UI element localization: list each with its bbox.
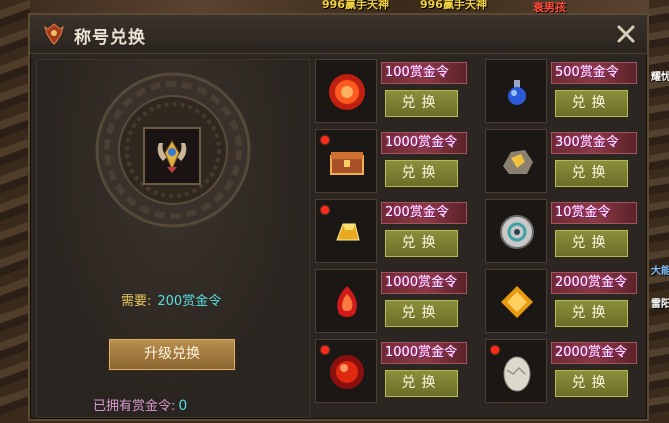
required-label: 需要: [121, 294, 152, 309]
exchange-button[interactable]: 兑换 [385, 160, 458, 187]
item-price: 100赏金令 [381, 62, 467, 84]
dialog-title: 称号兑换 [74, 28, 146, 48]
exchange-grid: 100赏金令 兑换 500赏金令 兑换 1000赏金令 兑换 300赏金令 兑换… [315, 59, 641, 409]
player-tag: 996赢手天神 [420, 0, 487, 11]
exchange-item: 200赏金令 兑换 [315, 199, 475, 263]
item-slot[interactable] [315, 59, 377, 123]
side-text: 耀忧 [651, 72, 669, 83]
player-tag: 996赢手天神 [322, 0, 389, 11]
item-price: 500赏金令 [551, 62, 637, 84]
gold-crystal-icon [501, 286, 533, 318]
item-slot[interactable] [485, 129, 547, 193]
item-slot[interactable] [485, 339, 547, 403]
demon-crest-icon [44, 23, 64, 45]
game-world-left [0, 0, 30, 423]
fire-orb-icon [330, 355, 364, 389]
title-exchange-dialog: 称号兑换 需要: 200赏金令 升级兑换 已拥有赏金令: 0 100赏金令 兑换… [28, 13, 649, 421]
item-price: 10赏金令 [551, 202, 637, 224]
item-slot[interactable] [485, 269, 547, 333]
exchange-item: 10赏金令 兑换 [485, 199, 645, 263]
title-item-slot [143, 127, 201, 185]
winged-emblem-icon [157, 140, 187, 173]
upgrade-exchange-button[interactable]: 升级兑换 [109, 339, 235, 370]
item-slot[interactable] [315, 129, 377, 193]
dialog-titlebar: 称号兑换 [30, 15, 647, 54]
exchange-button[interactable]: 兑换 [555, 300, 628, 327]
item-price: 1000赏金令 [381, 132, 467, 154]
item-slot[interactable] [315, 339, 377, 403]
exchange-button[interactable]: 兑换 [385, 230, 458, 257]
exchange-button[interactable]: 兑换 [555, 230, 628, 257]
red-gem-icon [337, 286, 357, 317]
exchange-item: 300赏金令 兑换 [485, 129, 645, 193]
exchange-button[interactable]: 兑换 [555, 160, 628, 187]
exchange-item: 100赏金令 兑换 [315, 59, 475, 123]
exchange-button[interactable]: 兑换 [385, 370, 458, 397]
blue-potion-icon [508, 80, 526, 105]
item-price: 1000赏金令 [381, 342, 467, 364]
exchange-item: 500赏金令 兑换 [485, 59, 645, 123]
side-text: 大能 [651, 266, 669, 277]
item-price: 1000赏金令 [381, 272, 467, 294]
exchange-item: 1000赏金令 兑换 [315, 129, 475, 193]
item-price: 200赏金令 [381, 202, 467, 224]
item-price: 300赏金令 [551, 132, 637, 154]
item-slot[interactable] [315, 199, 377, 263]
treasure-chest-icon [330, 152, 364, 175]
item-price: 2000赏金令 [551, 342, 637, 364]
close-icon[interactable] [613, 21, 639, 47]
exchange-button[interactable]: 兑换 [555, 90, 628, 117]
exchange-button[interactable]: 兑换 [385, 90, 458, 117]
required-value: 200赏金令 [157, 294, 222, 309]
exchange-item: 1000赏金令 兑换 [315, 339, 475, 403]
gold-ore-icon [503, 150, 533, 174]
item-slot[interactable] [485, 59, 547, 123]
exchange-button[interactable]: 兑换 [385, 300, 458, 327]
exchange-item: 1000赏金令 兑换 [315, 269, 475, 333]
item-slot[interactable] [485, 199, 547, 263]
owned-tokens: 已拥有赏金令: 0 [93, 395, 187, 414]
exchange-item: 2000赏金令 兑换 [485, 339, 645, 403]
title-preview-area: 需要: 200赏金令 升级兑换 已拥有赏金令: 0 [36, 59, 310, 418]
game-world-right [649, 0, 669, 423]
owned-value: 0 [178, 398, 188, 414]
rune-stone-icon [500, 215, 534, 249]
gold-bar-icon [336, 223, 360, 241]
red-orb-icon [329, 74, 365, 110]
side-text: 雷阳 [651, 299, 669, 310]
owned-label: 已拥有赏金令: [93, 399, 176, 414]
exchange-button[interactable]: 兑换 [555, 370, 628, 397]
dragon-egg-icon [503, 356, 531, 392]
item-price: 2000赏金令 [551, 272, 637, 294]
exchange-item: 2000赏金令 兑换 [485, 269, 645, 333]
required-cost: 需要: 200赏金令 [121, 290, 221, 309]
item-slot[interactable] [315, 269, 377, 333]
